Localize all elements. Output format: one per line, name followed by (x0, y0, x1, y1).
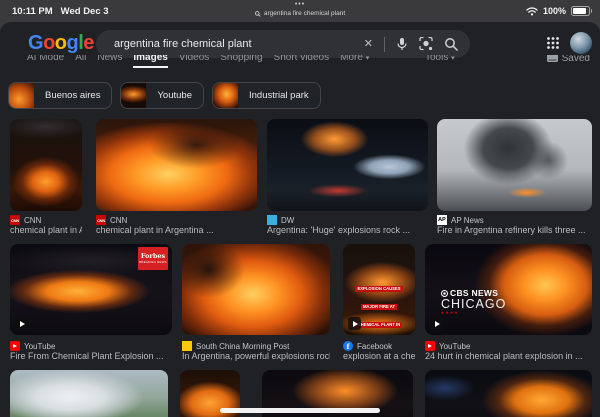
chevron-down-icon: ▾ (451, 55, 455, 62)
search-icon (255, 11, 261, 17)
battery-icon (571, 6, 590, 16)
result-title[interactable]: Fire From Chemical Plant Explosion ... (10, 351, 172, 361)
collections-icon (547, 55, 558, 63)
tab-ai-mode[interactable]: AI Mode (27, 55, 64, 66)
result-title[interactable]: chemical plant in Argentina ... (96, 225, 257, 235)
apps-grid-icon[interactable] (546, 36, 560, 50)
tab-short-videos[interactable]: Short videos (274, 55, 330, 66)
scmp-icon (182, 341, 192, 351)
saved-button[interactable]: Saved (547, 55, 590, 64)
tab-shopping[interactable]: Shopping (220, 55, 262, 66)
result-title[interactable]: Fire in Argentina refinery kills three .… (437, 225, 592, 235)
result-tabs: AI Mode All News Images Videos Shopping … (0, 55, 600, 74)
image-result-thumbnail[interactable] (96, 119, 257, 211)
result-title[interactable]: Argentina: 'Huge' explosions rock ... (267, 225, 428, 235)
forbes-badge: Forbes BREAKING NEWS (138, 247, 168, 270)
tab-images[interactable]: Images (133, 55, 167, 68)
status-left: 10:11 PM Wed Dec 3 (12, 0, 109, 22)
status-right: 100% (526, 0, 590, 22)
chevron-down-icon: ▾ (366, 55, 370, 62)
wifi-icon (526, 7, 538, 16)
home-indicator[interactable] (220, 408, 380, 413)
facebook-icon: f (343, 341, 353, 351)
search-bar[interactable]: ✕ (96, 30, 470, 58)
chip-industrial-park[interactable]: Industrial park (212, 82, 321, 109)
result-source: AP AP News (437, 215, 592, 225)
battery-percent: 100% (543, 6, 566, 16)
divider (384, 37, 385, 52)
result-source: South China Morning Post (182, 341, 330, 351)
status-search-query: argentina fire chemical plant (255, 9, 345, 18)
result-title[interactable]: 24 hurt in chemical plant explosion in .… (425, 351, 592, 361)
search-submit-icon[interactable] (444, 37, 458, 51)
result-source: DW (267, 215, 428, 225)
cnn-icon: CNN (96, 215, 106, 225)
result-source: CNN CNN (96, 215, 257, 225)
video-result-thumbnail[interactable]: EXPLOSION CAUSES MAJOR FIRE AT CHEMICAL … (343, 244, 415, 335)
result-source: YouTube (425, 341, 592, 351)
play-icon (430, 317, 443, 330)
refinement-chips: Buenos aires Youtube Industrial park (8, 82, 321, 109)
tab-all[interactable]: All (75, 55, 86, 66)
play-icon (15, 317, 28, 330)
chip-thumbnail (121, 83, 146, 108)
result-title[interactable]: In Argentina, powerful explosions rock .… (182, 351, 330, 361)
image-result-thumbnail[interactable] (10, 370, 168, 417)
image-result-thumbnail[interactable] (425, 370, 592, 417)
screen: 10:11 PM Wed Dec 3 ••• argentina fire ch… (0, 0, 600, 417)
tab-news[interactable]: News (97, 55, 122, 66)
result-source: YouTube (10, 341, 172, 351)
image-result-thumbnail[interactable] (267, 119, 428, 211)
image-result-thumbnail[interactable] (10, 119, 82, 211)
tools-button[interactable]: Tools ▾ (425, 55, 455, 63)
status-bar: 10:11 PM Wed Dec 3 ••• argentina fire ch… (0, 0, 600, 22)
date: Wed Dec 3 (61, 6, 109, 17)
ap-news-icon: AP (437, 215, 447, 225)
clock: 10:11 PM (12, 6, 53, 17)
profile-avatar[interactable] (570, 32, 592, 54)
result-source: CNN CNN (10, 215, 82, 225)
chip-thumbnail (9, 83, 34, 108)
ellipsis-icon: ••• (255, 1, 345, 9)
clear-icon[interactable]: ✕ (364, 39, 373, 50)
cbs-news-chicago-logo: CBS NEWS CHICAGO ●●●● (441, 288, 506, 316)
google-logo[interactable]: Google (28, 30, 94, 56)
image-result-thumbnail[interactable] (182, 244, 330, 335)
tab-videos[interactable]: Videos (179, 55, 209, 66)
result-source: f Facebook (343, 341, 415, 351)
youtube-icon (425, 341, 435, 351)
video-result-thumbnail[interactable]: Forbes BREAKING NEWS (10, 244, 172, 335)
cbs-eye-icon (441, 290, 448, 297)
microphone-icon[interactable] (396, 37, 408, 51)
dw-icon (267, 215, 277, 225)
youtube-icon (10, 341, 20, 351)
google-lens-icon[interactable] (419, 37, 433, 51)
result-title[interactable]: explosion at a che... (343, 351, 415, 361)
image-result-thumbnail[interactable] (437, 119, 592, 211)
chip-thumbnail (213, 83, 238, 108)
play-icon (348, 317, 361, 330)
status-center: ••• argentina fire chemical plant (255, 1, 345, 18)
cnn-icon: CNN (10, 215, 20, 225)
search-input[interactable] (112, 37, 364, 51)
tab-more[interactable]: More ▾ (340, 55, 369, 66)
browser-window: Google ✕ (0, 22, 600, 417)
result-title[interactable]: chemical plant in A... (10, 225, 82, 235)
video-result-thumbnail[interactable]: CBS NEWS CHICAGO ●●●● (425, 244, 592, 335)
chip-buenos-aires[interactable]: Buenos aires (8, 82, 112, 109)
chip-youtube[interactable]: Youtube (120, 82, 204, 109)
